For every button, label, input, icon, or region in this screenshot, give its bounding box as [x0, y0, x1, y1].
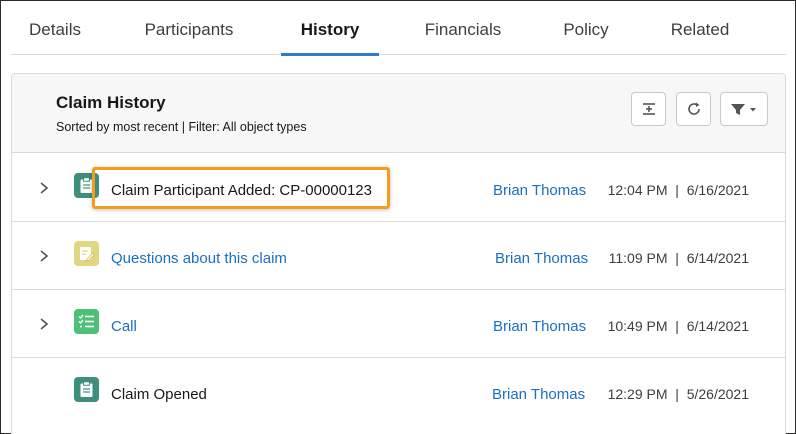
refresh-icon: [687, 102, 700, 115]
card-header: Claim History Sorted by most recent | Fi…: [12, 74, 785, 153]
history-row: Questions about this claim Brian Thomas …: [12, 222, 785, 290]
expand-all-button[interactable]: [631, 92, 666, 126]
tab-participants[interactable]: Participants: [139, 1, 239, 55]
row-title: Claim Participant Added: CP-00000123: [111, 182, 372, 199]
claim-history-card: Claim History Sorted by most recent | Fi…: [11, 73, 786, 434]
expand-row-button[interactable]: [38, 248, 50, 264]
expand-row-button[interactable]: [38, 316, 50, 332]
row-timestamp: 11:09 PM | 6/14/2021: [608, 250, 749, 266]
clipboard-icon: [74, 377, 99, 402]
row-user-link[interactable]: Brian Thomas: [493, 182, 586, 199]
refresh-button[interactable]: [676, 92, 711, 126]
filter-icon: [731, 104, 756, 115]
tab-related[interactable]: Related: [667, 1, 733, 55]
app-frame: Details Participants History Financials …: [0, 0, 796, 434]
row-user-link[interactable]: Brian Thomas: [493, 318, 586, 335]
history-row: Claim Participant Added: CP-00000123 Bri…: [12, 154, 785, 222]
expand-all-icon: [642, 103, 655, 115]
card-subtitle: Sorted by most recent | Filter: All obje…: [56, 120, 307, 134]
tab-financials[interactable]: Financials: [419, 1, 507, 55]
filter-button[interactable]: [720, 92, 768, 126]
card-title: Claim History: [56, 93, 166, 112]
history-row: Call Brian Thomas 10:49 PM | 6/14/2021: [12, 290, 785, 358]
tab-details[interactable]: Details: [27, 1, 83, 55]
row-user-link[interactable]: Brian Thomas: [492, 386, 585, 403]
row-title-link[interactable]: Call: [111, 318, 137, 335]
tab-history[interactable]: History: [281, 1, 379, 56]
chevron-right-icon: [40, 182, 49, 194]
row-timestamp: 12:04 PM | 6/16/2021: [607, 182, 749, 198]
tab-bar: Details Participants History Financials …: [11, 1, 786, 56]
row-user-link[interactable]: Brian Thomas: [495, 250, 588, 267]
row-title-link[interactable]: Questions about this claim: [111, 250, 287, 267]
row-timestamp: 12:29 PM | 5/26/2021: [607, 386, 749, 402]
note-edit-icon: [74, 241, 99, 266]
task-list-icon: [74, 309, 99, 334]
history-row: Claim Opened Brian Thomas 12:29 PM | 5/2…: [12, 358, 785, 426]
tab-policy[interactable]: Policy: [559, 1, 613, 55]
expand-row-button[interactable]: [38, 180, 50, 196]
chevron-right-icon: [40, 318, 49, 330]
row-timestamp: 10:49 PM | 6/14/2021: [607, 318, 749, 334]
clipboard-icon: [74, 173, 99, 198]
chevron-right-icon: [40, 250, 49, 262]
row-title: Claim Opened: [111, 386, 207, 403]
